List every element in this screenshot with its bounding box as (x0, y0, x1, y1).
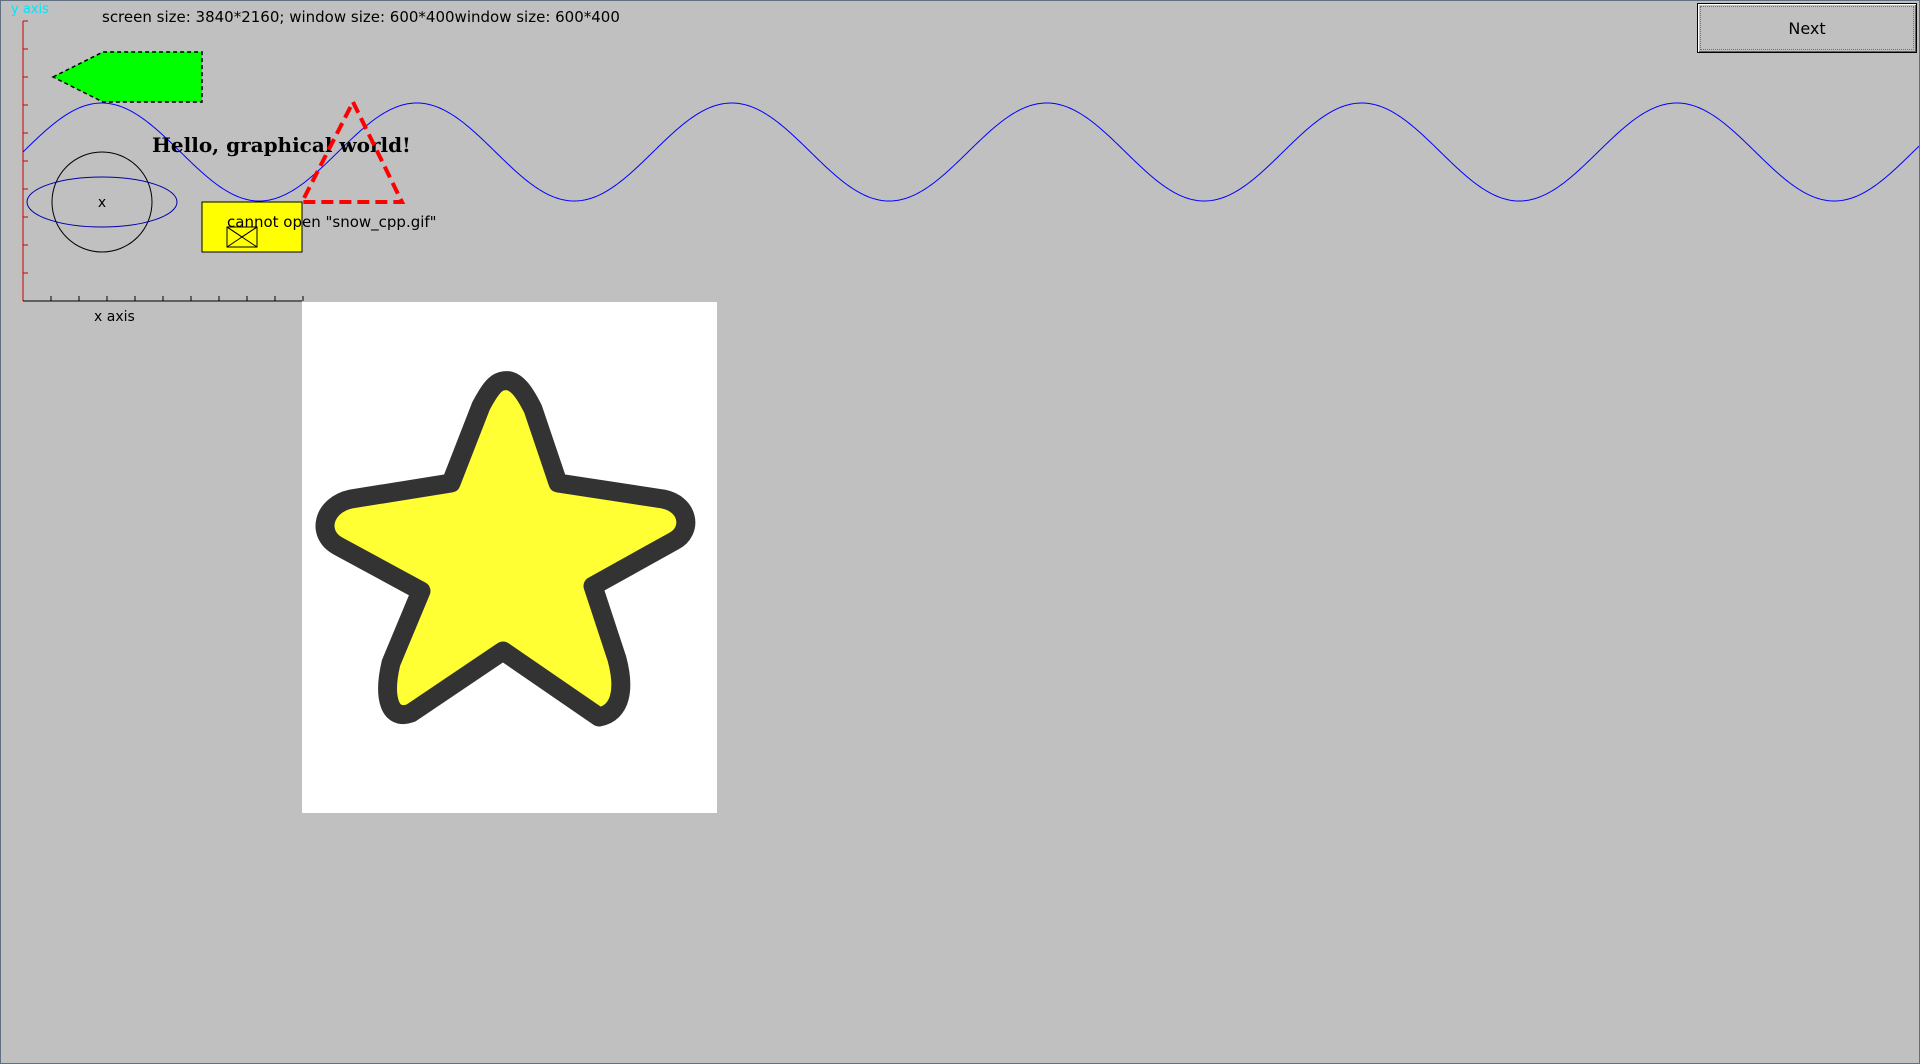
x-axis (23, 296, 304, 302)
green-arrow-shape (51, 51, 203, 103)
x-axis-label: x axis (94, 309, 135, 325)
image-error-text: cannot open "snow_cpp.gif" (227, 213, 437, 232)
ellipse-center-mark: x (98, 195, 106, 211)
y-axis (22, 20, 28, 301)
drawing-canvas: screen size: 3840*2160; window size: 600… (11, 2, 1919, 813)
y-axis-label: y axis (11, 2, 49, 17)
star-image (302, 302, 717, 813)
app-window: screen size: 3840*2160; window size: 600… (0, 0, 1920, 1064)
next-button[interactable]: Next (1697, 3, 1917, 53)
window-info-text: screen size: 3840*2160; window size: 600… (102, 8, 620, 26)
